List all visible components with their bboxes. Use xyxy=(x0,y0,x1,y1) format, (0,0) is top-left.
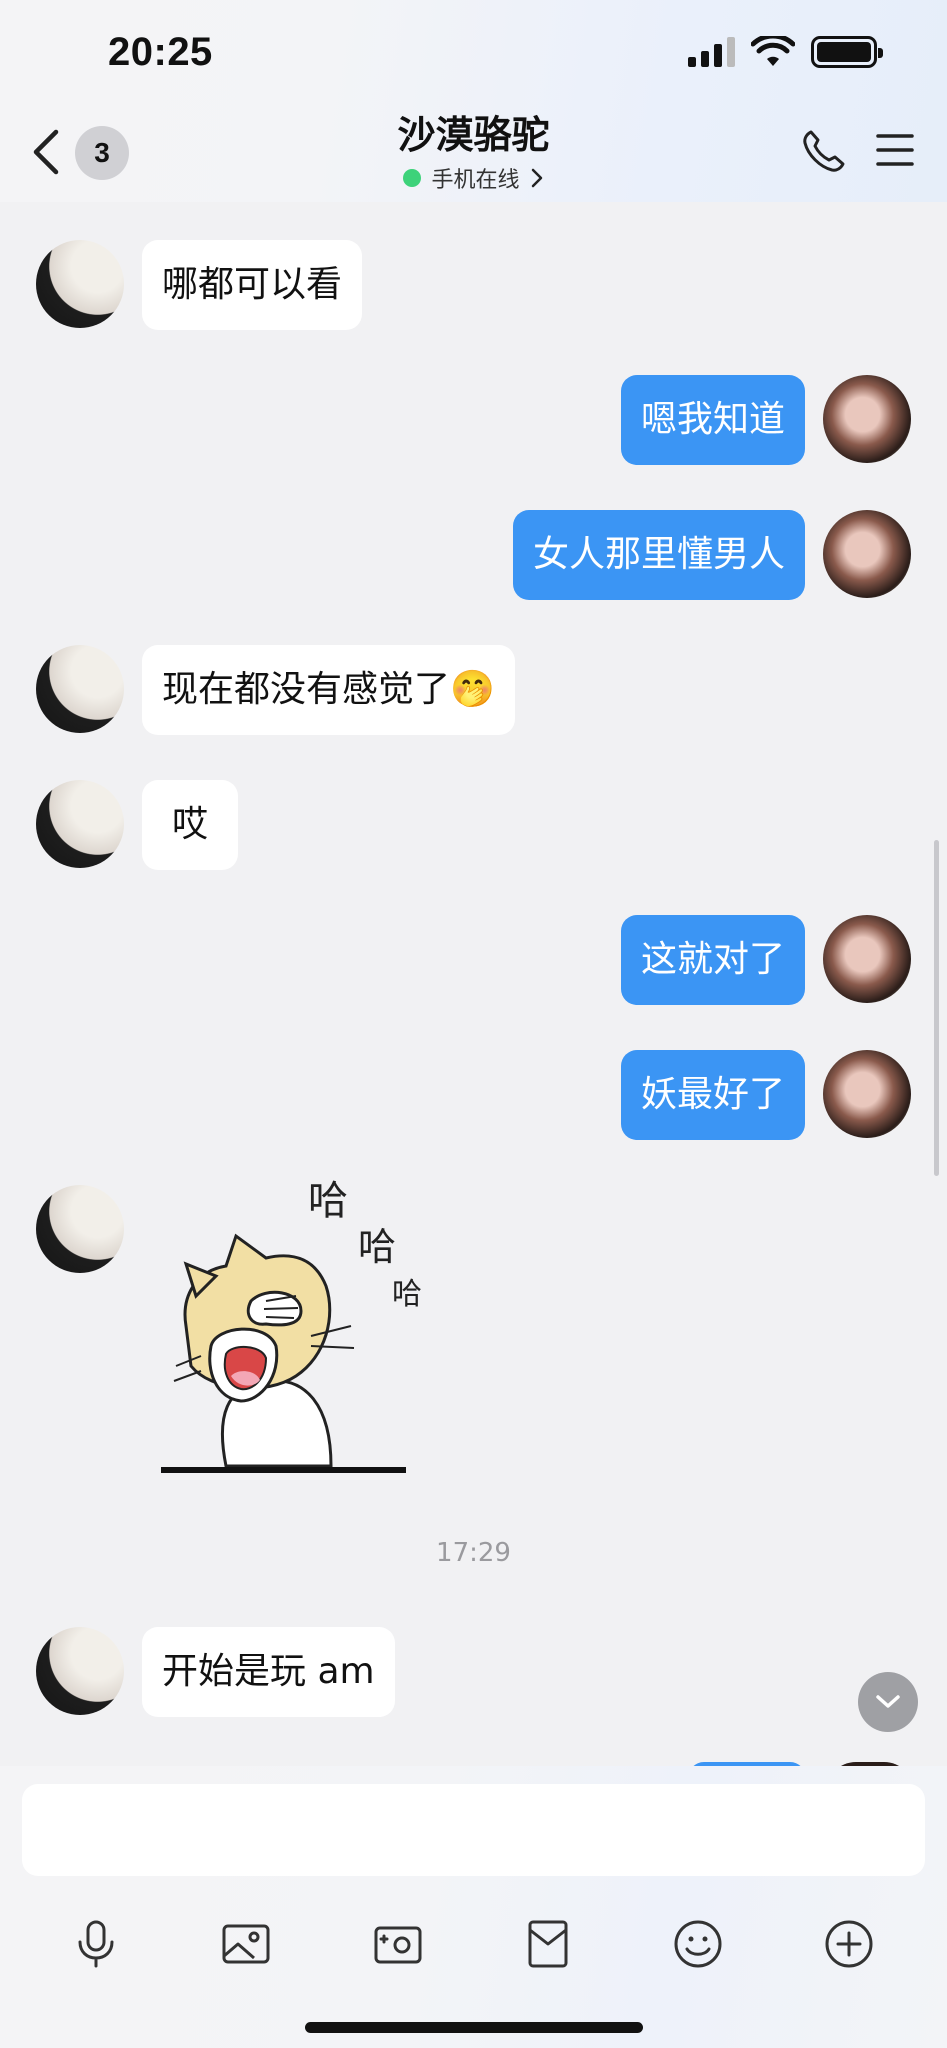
sticker-text: 哈 xyxy=(392,1277,422,1312)
contact-avatar[interactable] xyxy=(36,1627,124,1715)
status-time: 20:25 xyxy=(108,30,213,74)
sticker-laughing-cat[interactable]: 哈 哈 哈 xyxy=(156,1176,446,1476)
image-icon[interactable] xyxy=(220,1918,272,1970)
my-avatar[interactable] xyxy=(823,1050,911,1138)
contact-avatar[interactable] xyxy=(36,240,124,328)
presence-label: 手机在线 xyxy=(431,168,520,193)
message-incoming: 哪都可以看 xyxy=(36,240,363,330)
chevron-down-icon xyxy=(876,1695,900,1708)
wifi-icon xyxy=(751,36,795,66)
chevron-right-icon xyxy=(531,168,542,188)
message-outgoing: 嗯我知道 xyxy=(620,375,911,465)
sticker-text: 哈 xyxy=(308,1178,348,1224)
microphone-icon[interactable] xyxy=(70,1918,122,1970)
message-incoming: 开始是玩 am xyxy=(36,1627,395,1717)
message-bubble[interactable]: 哪都可以看 xyxy=(142,240,363,330)
message-timestamp: 17:29 xyxy=(436,1538,511,1568)
contact-avatar[interactable] xyxy=(36,1185,124,1273)
sticker-text: 哈 xyxy=(358,1225,396,1269)
message-bubble[interactable]: 开始是玩 am xyxy=(142,1627,395,1717)
home-indicator[interactable] xyxy=(305,2022,643,2033)
emoji-icon[interactable] xyxy=(672,1918,724,1970)
phone-call-icon[interactable] xyxy=(801,128,847,174)
message-input[interactable] xyxy=(22,1784,925,1876)
message-outgoing: 女人那里懂男人 xyxy=(512,510,911,600)
message-bubble[interactable]: 现在都没有感觉了🤭 xyxy=(142,645,515,735)
message-incoming xyxy=(36,1185,124,1273)
my-avatar[interactable] xyxy=(823,375,911,463)
my-avatar[interactable] xyxy=(823,510,911,598)
message-bubble[interactable]: 妖最好了 xyxy=(620,1050,805,1140)
message-bubble[interactable]: 这就对了 xyxy=(620,915,805,1005)
menu-icon[interactable] xyxy=(875,132,915,168)
message-outgoing: 这就对了 xyxy=(620,915,911,1005)
message-incoming: 哎 xyxy=(36,780,239,870)
message-bubble[interactable]: 嗯我知道 xyxy=(620,375,805,465)
chat-header: 20:25 3 沙漠骆驼 手机在线 xyxy=(0,0,947,202)
my-avatar[interactable] xyxy=(823,915,911,1003)
status-icons xyxy=(688,36,883,68)
message-bubble[interactable]: 女人那里懂男人 xyxy=(512,510,805,600)
composer-area xyxy=(0,1766,947,2048)
message-incoming: 现在都没有感觉了🤭 xyxy=(36,645,515,735)
battery-icon xyxy=(811,36,883,68)
scrollbar[interactable] xyxy=(934,840,939,1176)
plus-icon[interactable] xyxy=(823,1918,875,1970)
message-bubble[interactable]: 哎 xyxy=(142,780,239,870)
online-dot-icon xyxy=(403,169,422,187)
red-packet-icon[interactable] xyxy=(522,1918,574,1970)
message-outgoing: 妖最好了 xyxy=(620,1050,911,1140)
contact-avatar[interactable] xyxy=(36,780,124,868)
contact-avatar[interactable] xyxy=(36,645,124,733)
cellular-signal-icon xyxy=(688,37,735,67)
scroll-to-bottom-button[interactable] xyxy=(858,1672,918,1732)
camera-icon[interactable] xyxy=(372,1918,424,1970)
